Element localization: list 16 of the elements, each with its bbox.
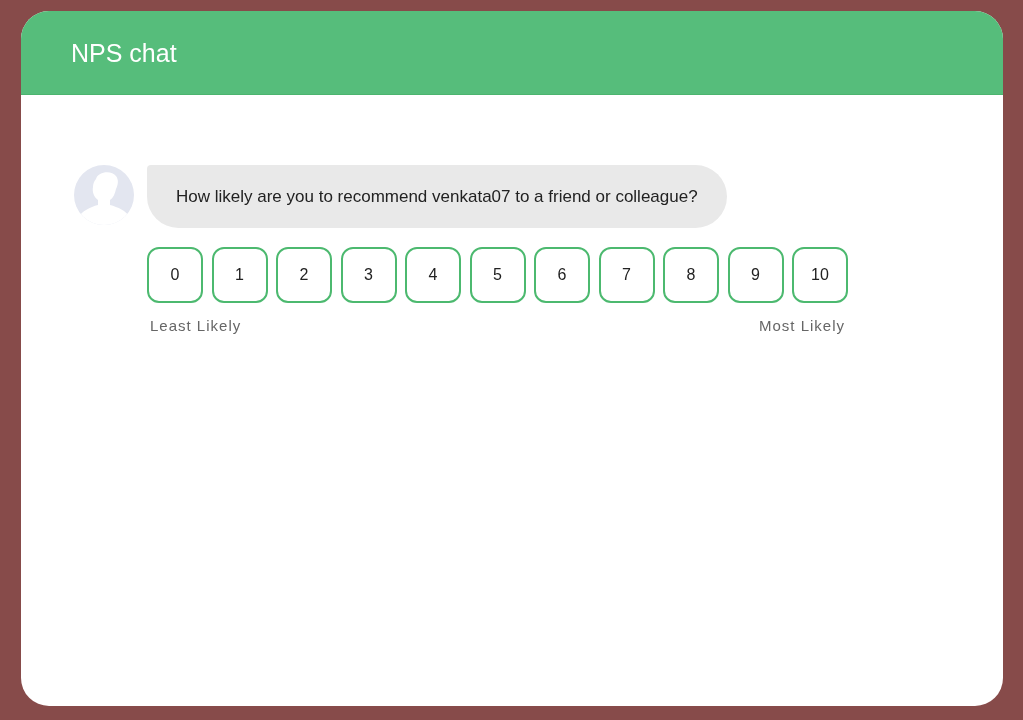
rating-option[interactable]: 1 (211, 247, 268, 303)
rating-option[interactable]: 10 (792, 247, 848, 303)
rating-option[interactable]: 8 (663, 247, 719, 303)
rating-option[interactable]: 3 (340, 247, 397, 303)
rating-option[interactable]: 9 (727, 247, 784, 303)
rating-option[interactable]: 4 (405, 247, 461, 303)
window-title: NPS chat (71, 38, 177, 68)
rating-option[interactable]: 2 (276, 247, 332, 303)
most-likely-label: Most Likely (758, 317, 845, 334)
rating-option[interactable]: 7 (598, 247, 655, 303)
least-likely-label: Least Likely (150, 317, 242, 334)
user-avatar-icon (74, 165, 134, 225)
rating-option[interactable]: 0 (147, 247, 203, 303)
rating-option[interactable]: 5 (469, 247, 526, 303)
rating-option[interactable]: 6 (534, 247, 590, 303)
message-bubble: How likely are you to recommend venkata07 to a friend or colleague? (147, 165, 727, 228)
